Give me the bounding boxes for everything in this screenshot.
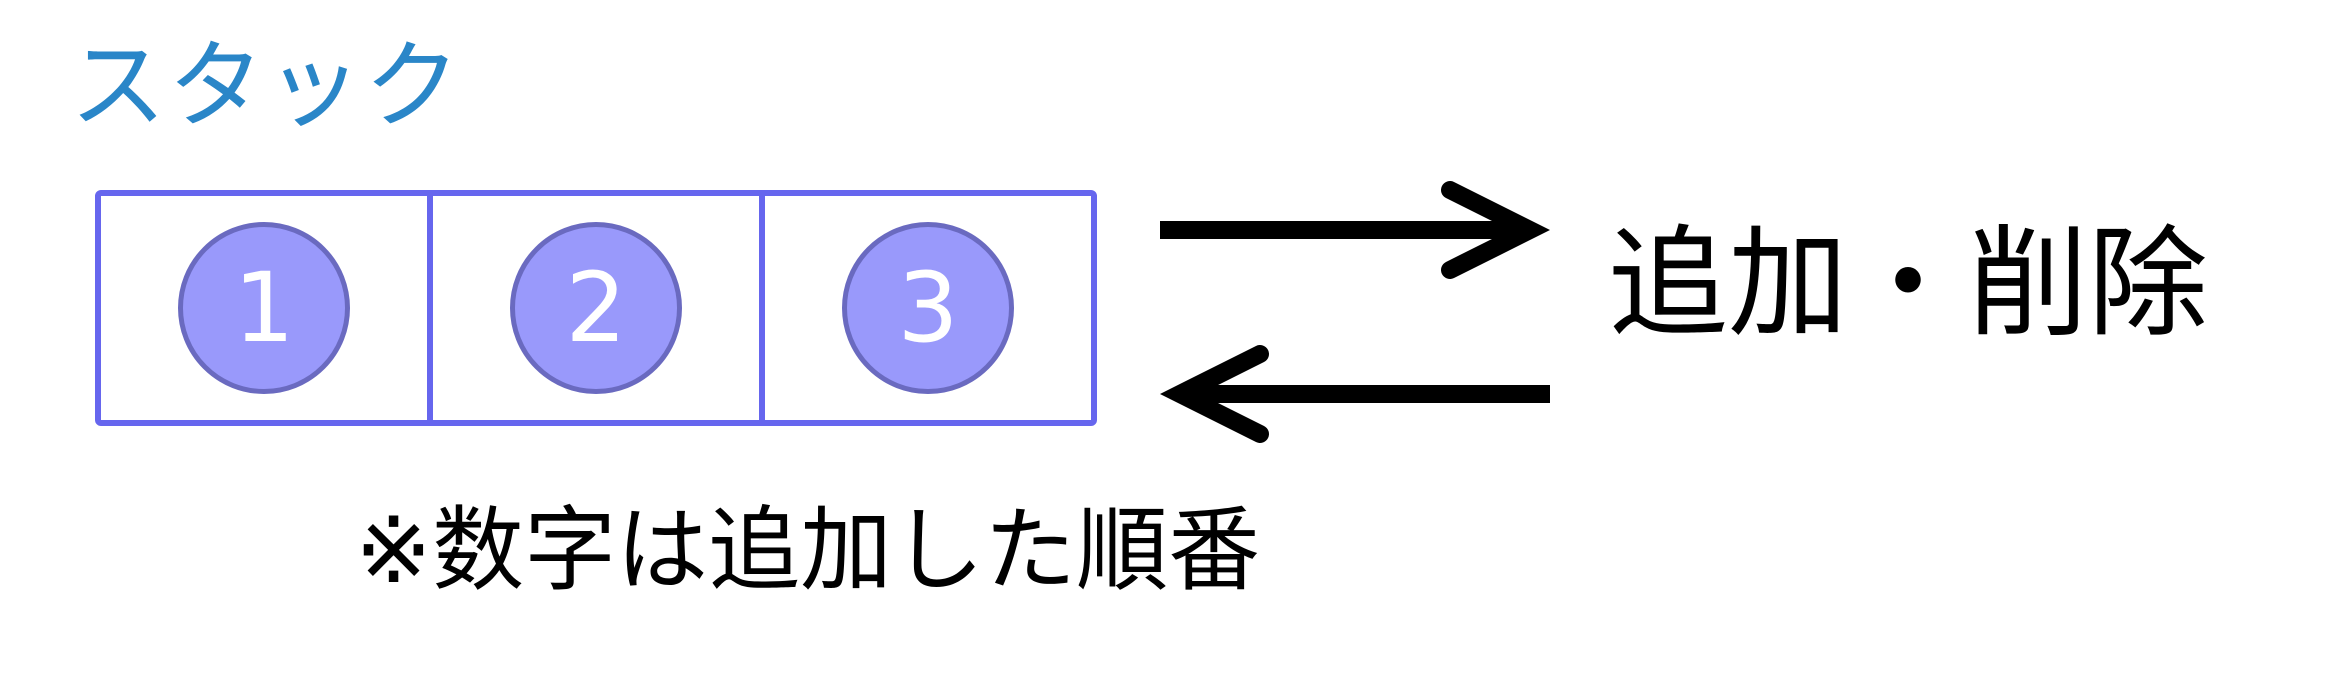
stack-cell: 3	[765, 196, 1091, 420]
operation-label: 追加・削除	[1608, 215, 2208, 354]
stack-title: スタック	[70, 30, 462, 142]
stack-cell: 2	[433, 196, 765, 420]
stack-cell: 1	[101, 196, 433, 420]
stack-item-circle: 3	[842, 222, 1014, 394]
stack-item-circle: 1	[178, 222, 350, 394]
stack-item-circle: 2	[510, 222, 682, 394]
push-pop-arrows	[1160, 181, 1550, 443]
order-note: ※数字は追加した順番	[355, 497, 1261, 604]
stack-container: 1 2 3	[95, 190, 1097, 426]
right-arrow-icon	[1160, 181, 1550, 279]
left-arrow-icon	[1160, 345, 1550, 443]
